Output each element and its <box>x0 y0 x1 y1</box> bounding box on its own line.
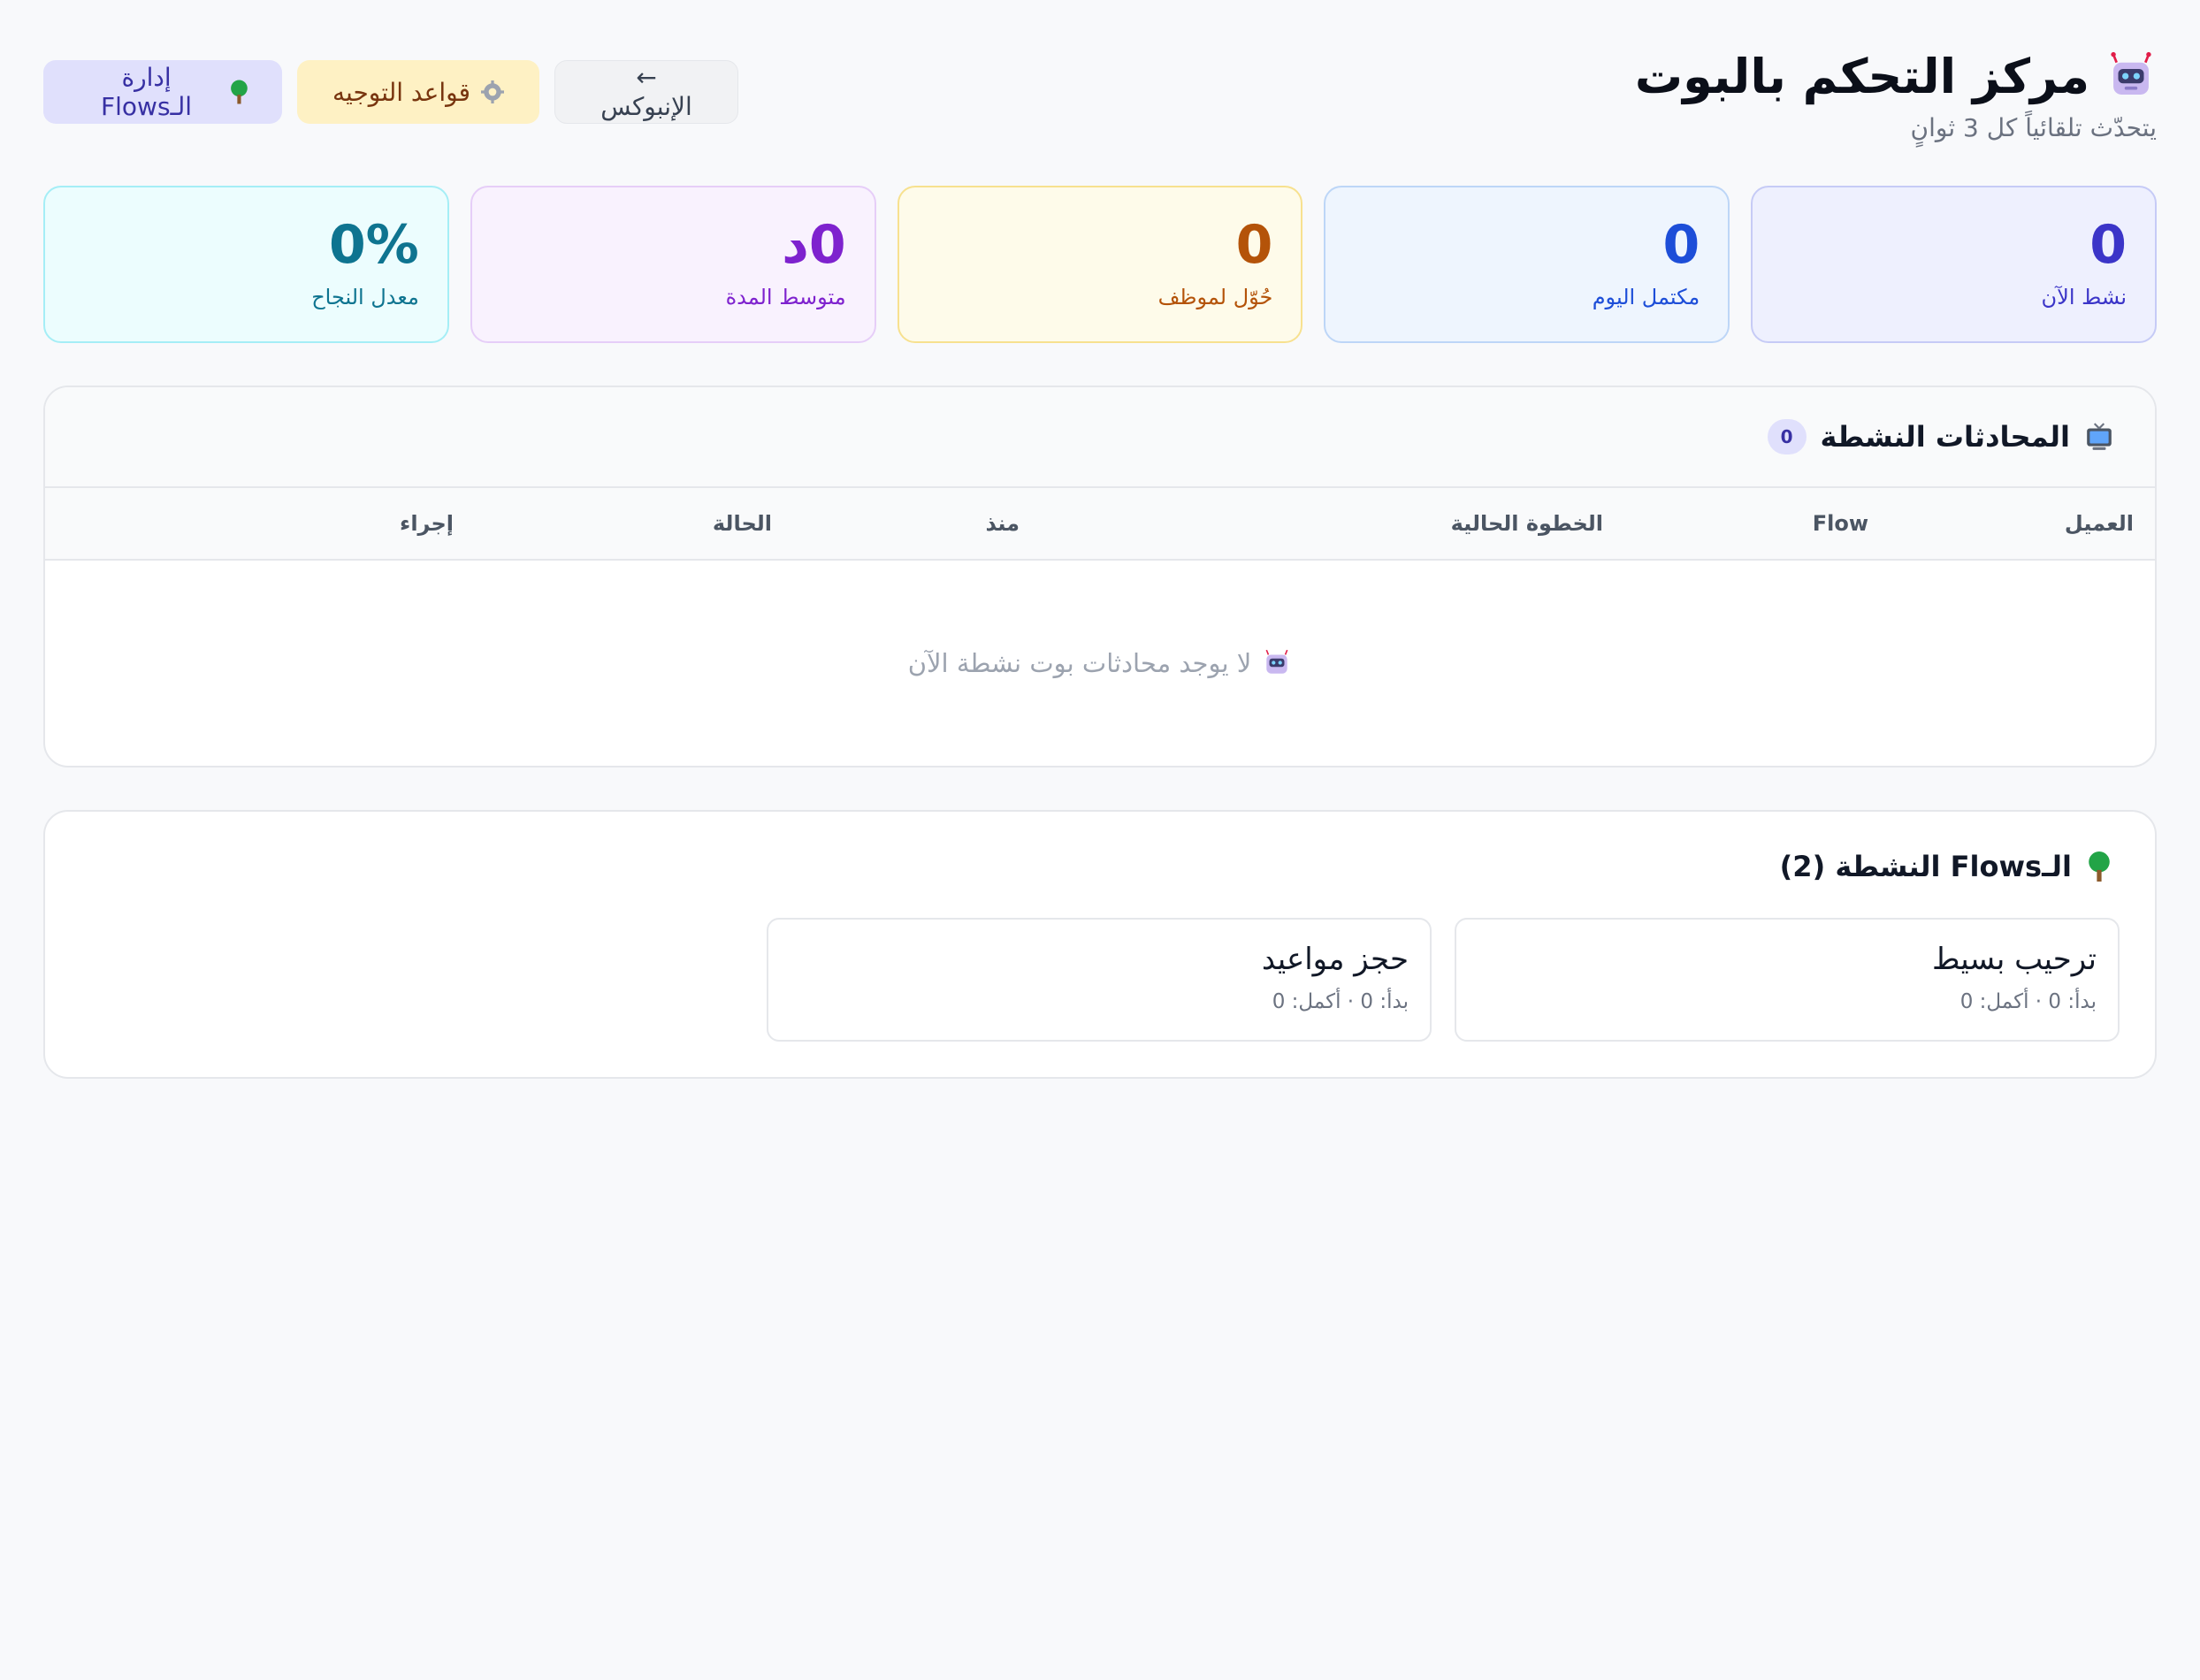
inbox-button-label: ← الإنبوكس <box>600 63 692 121</box>
manage-flows-button[interactable]: إدارة الـFlows <box>43 60 282 124</box>
flow-cards: ترحيب بسيط بدأ: 0 · أكمل: 0 حجز مواعيد ب… <box>80 918 2120 1042</box>
column-since: منذ <box>985 511 1020 536</box>
empty-state-text: لا يوجد محادثات بوت نشطة الآن <box>907 648 1252 678</box>
inbox-back-button[interactable]: ← الإنبوكس <box>554 60 738 124</box>
tree-icon <box>2089 851 2110 882</box>
title-row: مركز التحكم بالبوت <box>1635 46 2157 108</box>
header-actions: ← الإنبوكس قواعد التوجيه إدارة الـFlows <box>43 42 738 124</box>
column-status: الحالة <box>712 511 772 536</box>
routing-rules-label: قواعد التوجيه <box>332 77 470 107</box>
page-title: مركز التحكم بالبوت <box>1634 49 2089 104</box>
stat-label: معدل النجاح <box>311 285 419 309</box>
stat-value: 0% <box>328 214 419 276</box>
stat-value: 0 <box>2089 214 2127 276</box>
stat-value: 0 <box>1235 214 1273 276</box>
stat-average-duration: 0د متوسط المدة <box>470 186 876 343</box>
active-conversations-panel: المحادثات النشطة 0 العميل Flow الخطوة ال… <box>43 386 2157 767</box>
page-header: مركز التحكم بالبوت يتحدّث تلقائياً كل 3 … <box>43 42 2157 186</box>
conversations-title: المحادثات النشطة <box>1820 420 2070 454</box>
tree-icon <box>231 80 248 104</box>
column-current-step: الخطوة الحالية <box>1450 511 1603 536</box>
column-flow: Flow <box>1812 511 1868 536</box>
flows-title: الـFlows النشطة (2) <box>1779 850 2072 883</box>
stat-value: 0 <box>1662 214 1700 276</box>
active-flows-panel: الـFlows النشطة (2) ترحيب بسيط بدأ: 0 · … <box>43 810 2157 1079</box>
auto-refresh-note: يتحدّث تلقائياً كل 3 ثوانٍ <box>1910 113 2157 142</box>
flow-card-simple-welcome[interactable]: ترحيب بسيط بدأ: 0 · أكمل: 0 <box>1455 918 2120 1042</box>
robot-icon <box>2111 51 2151 95</box>
manage-flows-label: إدارة الـFlows <box>101 63 193 121</box>
stat-label: نشط الآن <box>2041 285 2127 309</box>
robot-icon <box>1265 649 1288 674</box>
flow-card-appointment-booking[interactable]: حجز مواعيد بدأ: 0 · أكمل: 0 <box>767 918 1432 1042</box>
title-block: مركز التحكم بالبوت يتحدّث تلقائياً كل 3 … <box>1635 42 2157 142</box>
stat-success-rate: 0% معدل النجاح <box>43 186 449 343</box>
stat-completed-today: 0 مكتمل اليوم <box>1324 186 1730 343</box>
stat-label: متوسط المدة <box>725 285 846 309</box>
stat-active-now: 0 نشط الآن <box>1751 186 2157 343</box>
flow-stats: بدأ: 0 · أكمل: 0 <box>1272 990 1409 1013</box>
flows-header: الـFlows النشطة (2) <box>80 847 2120 886</box>
stat-label: مكتمل اليوم <box>1592 285 1700 309</box>
bot-control-center-page: مركز التحكم بالبوت يتحدّث تلقائياً كل 3 … <box>0 0 2200 1680</box>
empty-state-row: لا يوجد محادثات بوت نشطة الآن <box>45 561 2155 766</box>
column-customer: العميل <box>2064 511 2134 536</box>
conversations-count-badge: 0 <box>1767 419 1807 454</box>
column-action: إجراء <box>400 511 454 536</box>
routing-rules-button[interactable]: قواعد التوجيه <box>297 60 539 124</box>
tv-icon <box>2087 423 2112 450</box>
gear-icon <box>480 80 504 103</box>
conversations-table-header: العميل Flow الخطوة الحالية منذ الحالة إج… <box>45 488 2155 561</box>
stat-value: 0د <box>782 214 846 276</box>
flow-name: حجز مواعيد <box>1261 942 1409 977</box>
conversations-header: المحادثات النشطة 0 <box>45 387 2155 488</box>
stats-row: 0 نشط الآن 0 مكتمل اليوم 0 حُوّل لموظف 0… <box>43 186 2157 343</box>
stat-label: حُوّل لموظف <box>1157 285 1273 309</box>
flow-stats: بدأ: 0 · أكمل: 0 <box>1959 990 2097 1013</box>
flow-name: ترحيب بسيط <box>1931 942 2097 977</box>
stat-transferred-to-agent: 0 حُوّل لموظف <box>897 186 1303 343</box>
